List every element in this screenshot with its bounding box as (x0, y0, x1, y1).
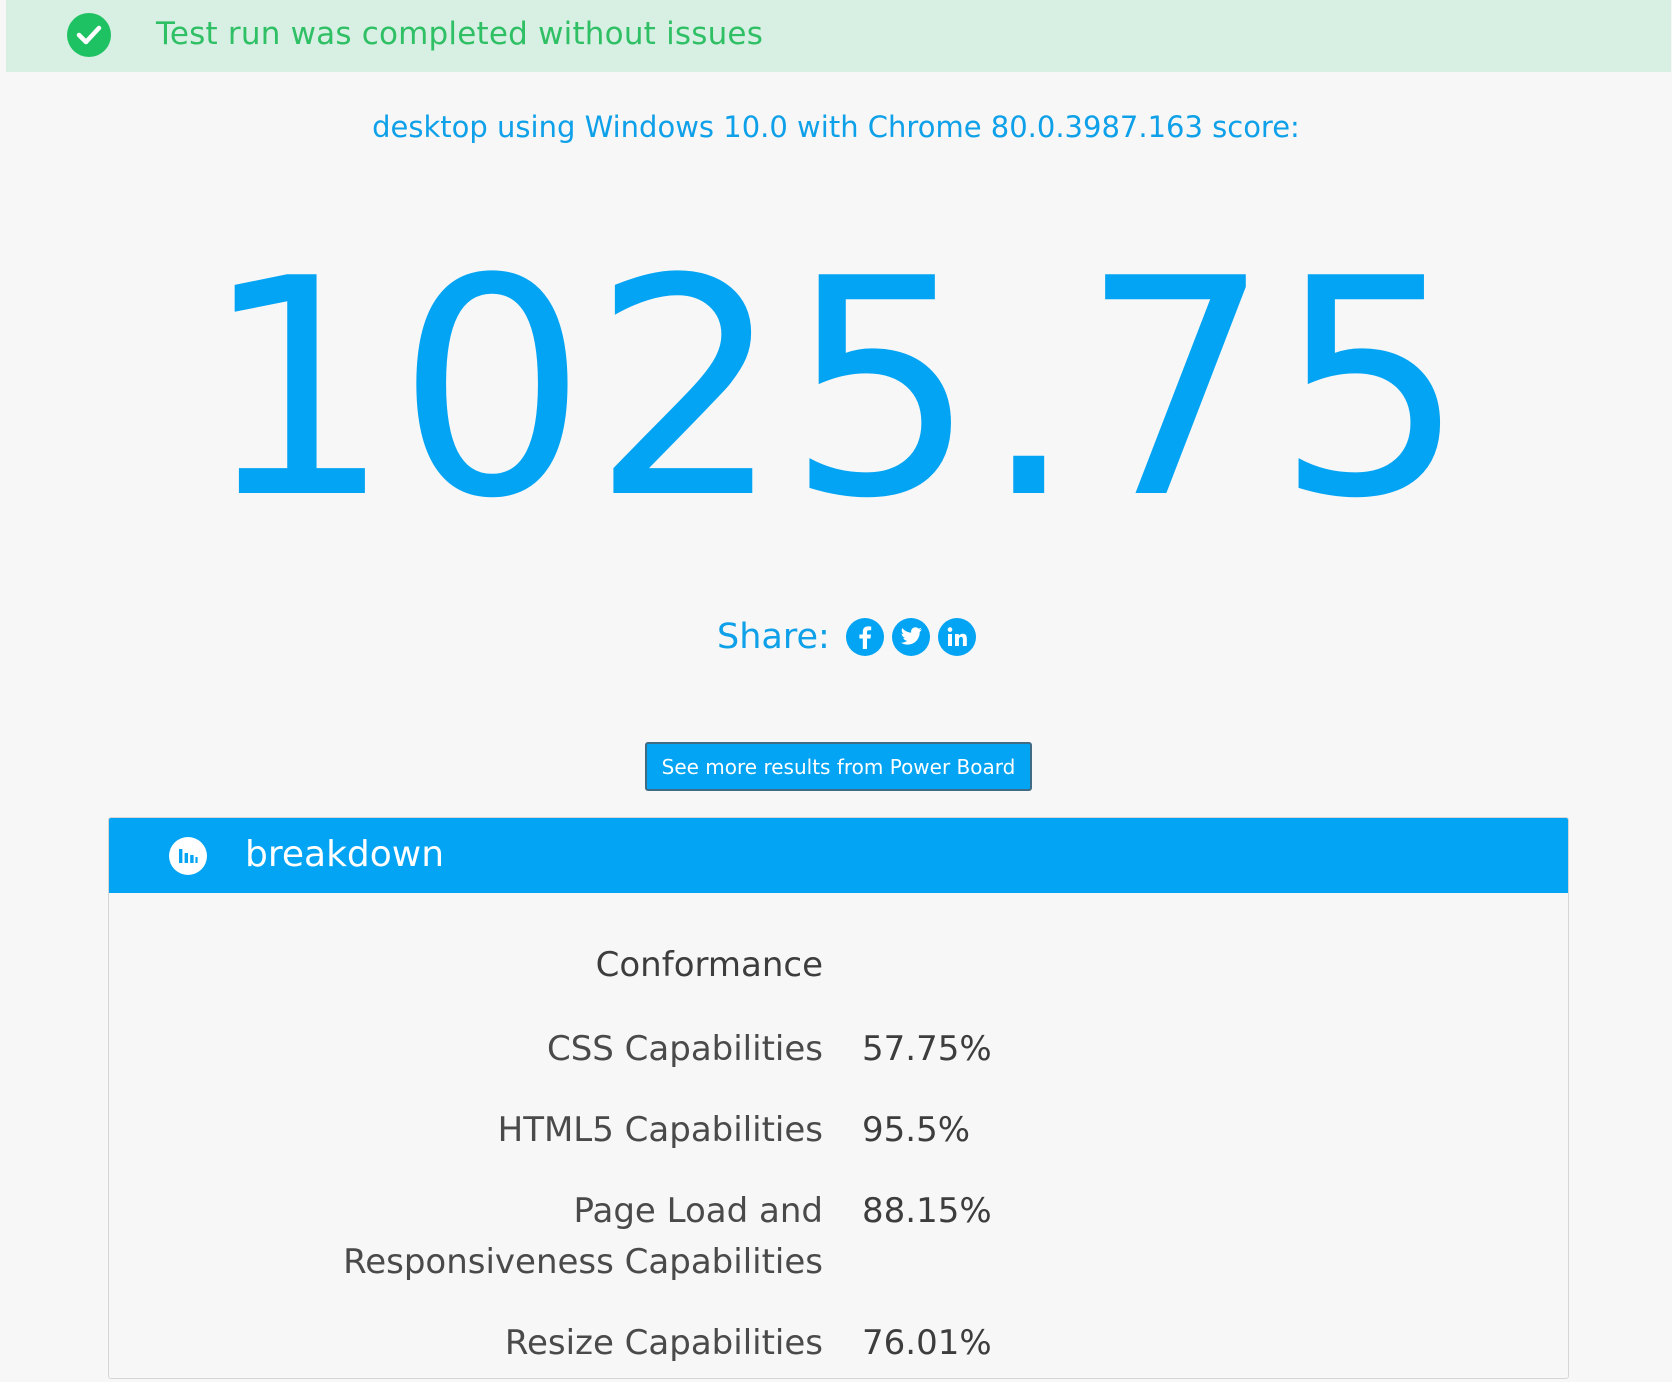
facebook-icon[interactable] (845, 618, 884, 656)
metric-label: Resize Capabilities (504, 1323, 823, 1363)
breakdown-title: breakdown (245, 834, 445, 875)
metric-value: 76.01% (862, 1323, 992, 1363)
power-board-button[interactable]: See more results from Power Board (645, 742, 1032, 791)
share-row: Share: (717, 612, 976, 662)
metric-label: HTML5 Capabilities (497, 1110, 823, 1150)
metric-value: 95.5% (862, 1110, 971, 1150)
banner-message: Test run was completed without issues (156, 16, 764, 52)
metric-value: 88.15% (862, 1191, 992, 1231)
bar-chart-icon (169, 837, 207, 875)
success-banner: Test run was completed without issues (6, 0, 1671, 72)
check-circle-icon (67, 13, 111, 57)
score-value: 1025.75 (201, 215, 1471, 564)
breakdown-panel: breakdown Conformance CSS Capabilities 5… (108, 817, 1569, 1379)
metric-value: 57.75% (862, 1029, 992, 1069)
metric-label: Page Load and Responsiveness Capabilitie… (343, 1191, 823, 1282)
linkedin-icon[interactable] (937, 618, 976, 656)
score-subtitle: desktop using Windows 10.0 with Chrome 8… (372, 110, 1300, 144)
metric-label: CSS Capabilities (546, 1029, 823, 1069)
breakdown-header[interactable]: breakdown (109, 818, 1568, 893)
twitter-icon[interactable] (891, 618, 930, 656)
share-label: Share: (717, 617, 830, 657)
section-title-conformance: Conformance (595, 945, 823, 985)
